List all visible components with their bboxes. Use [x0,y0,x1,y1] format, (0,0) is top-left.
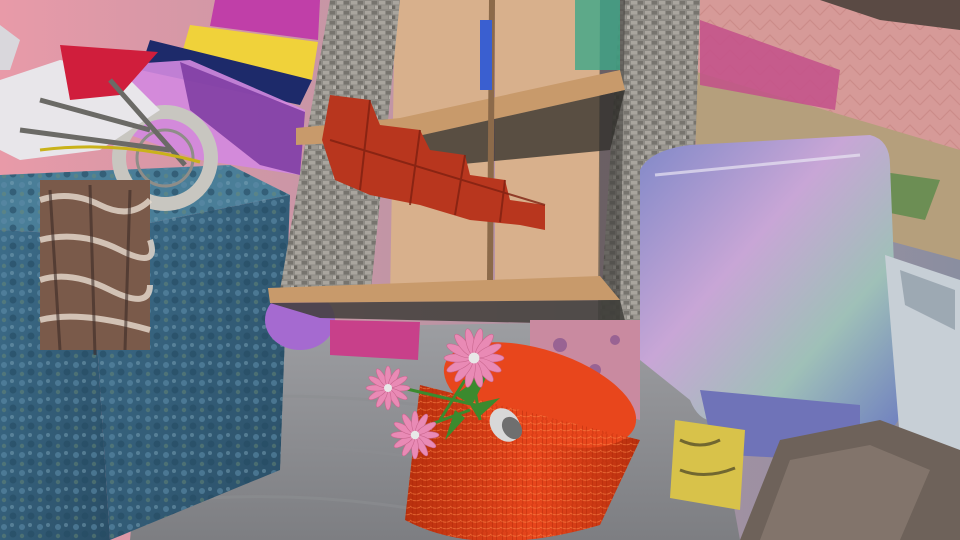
pink-panel-back [330,320,420,360]
flower-center [468,352,480,364]
green-sliver [575,0,620,70]
yellow-cube [670,420,745,510]
patterned-column [39,180,155,356]
flower-center [410,430,420,440]
rendered-scene [0,0,960,540]
pastel-box-front [640,135,900,431]
blue-sliver [480,20,492,90]
scene-canvas [0,0,960,540]
flower-center [384,384,392,392]
